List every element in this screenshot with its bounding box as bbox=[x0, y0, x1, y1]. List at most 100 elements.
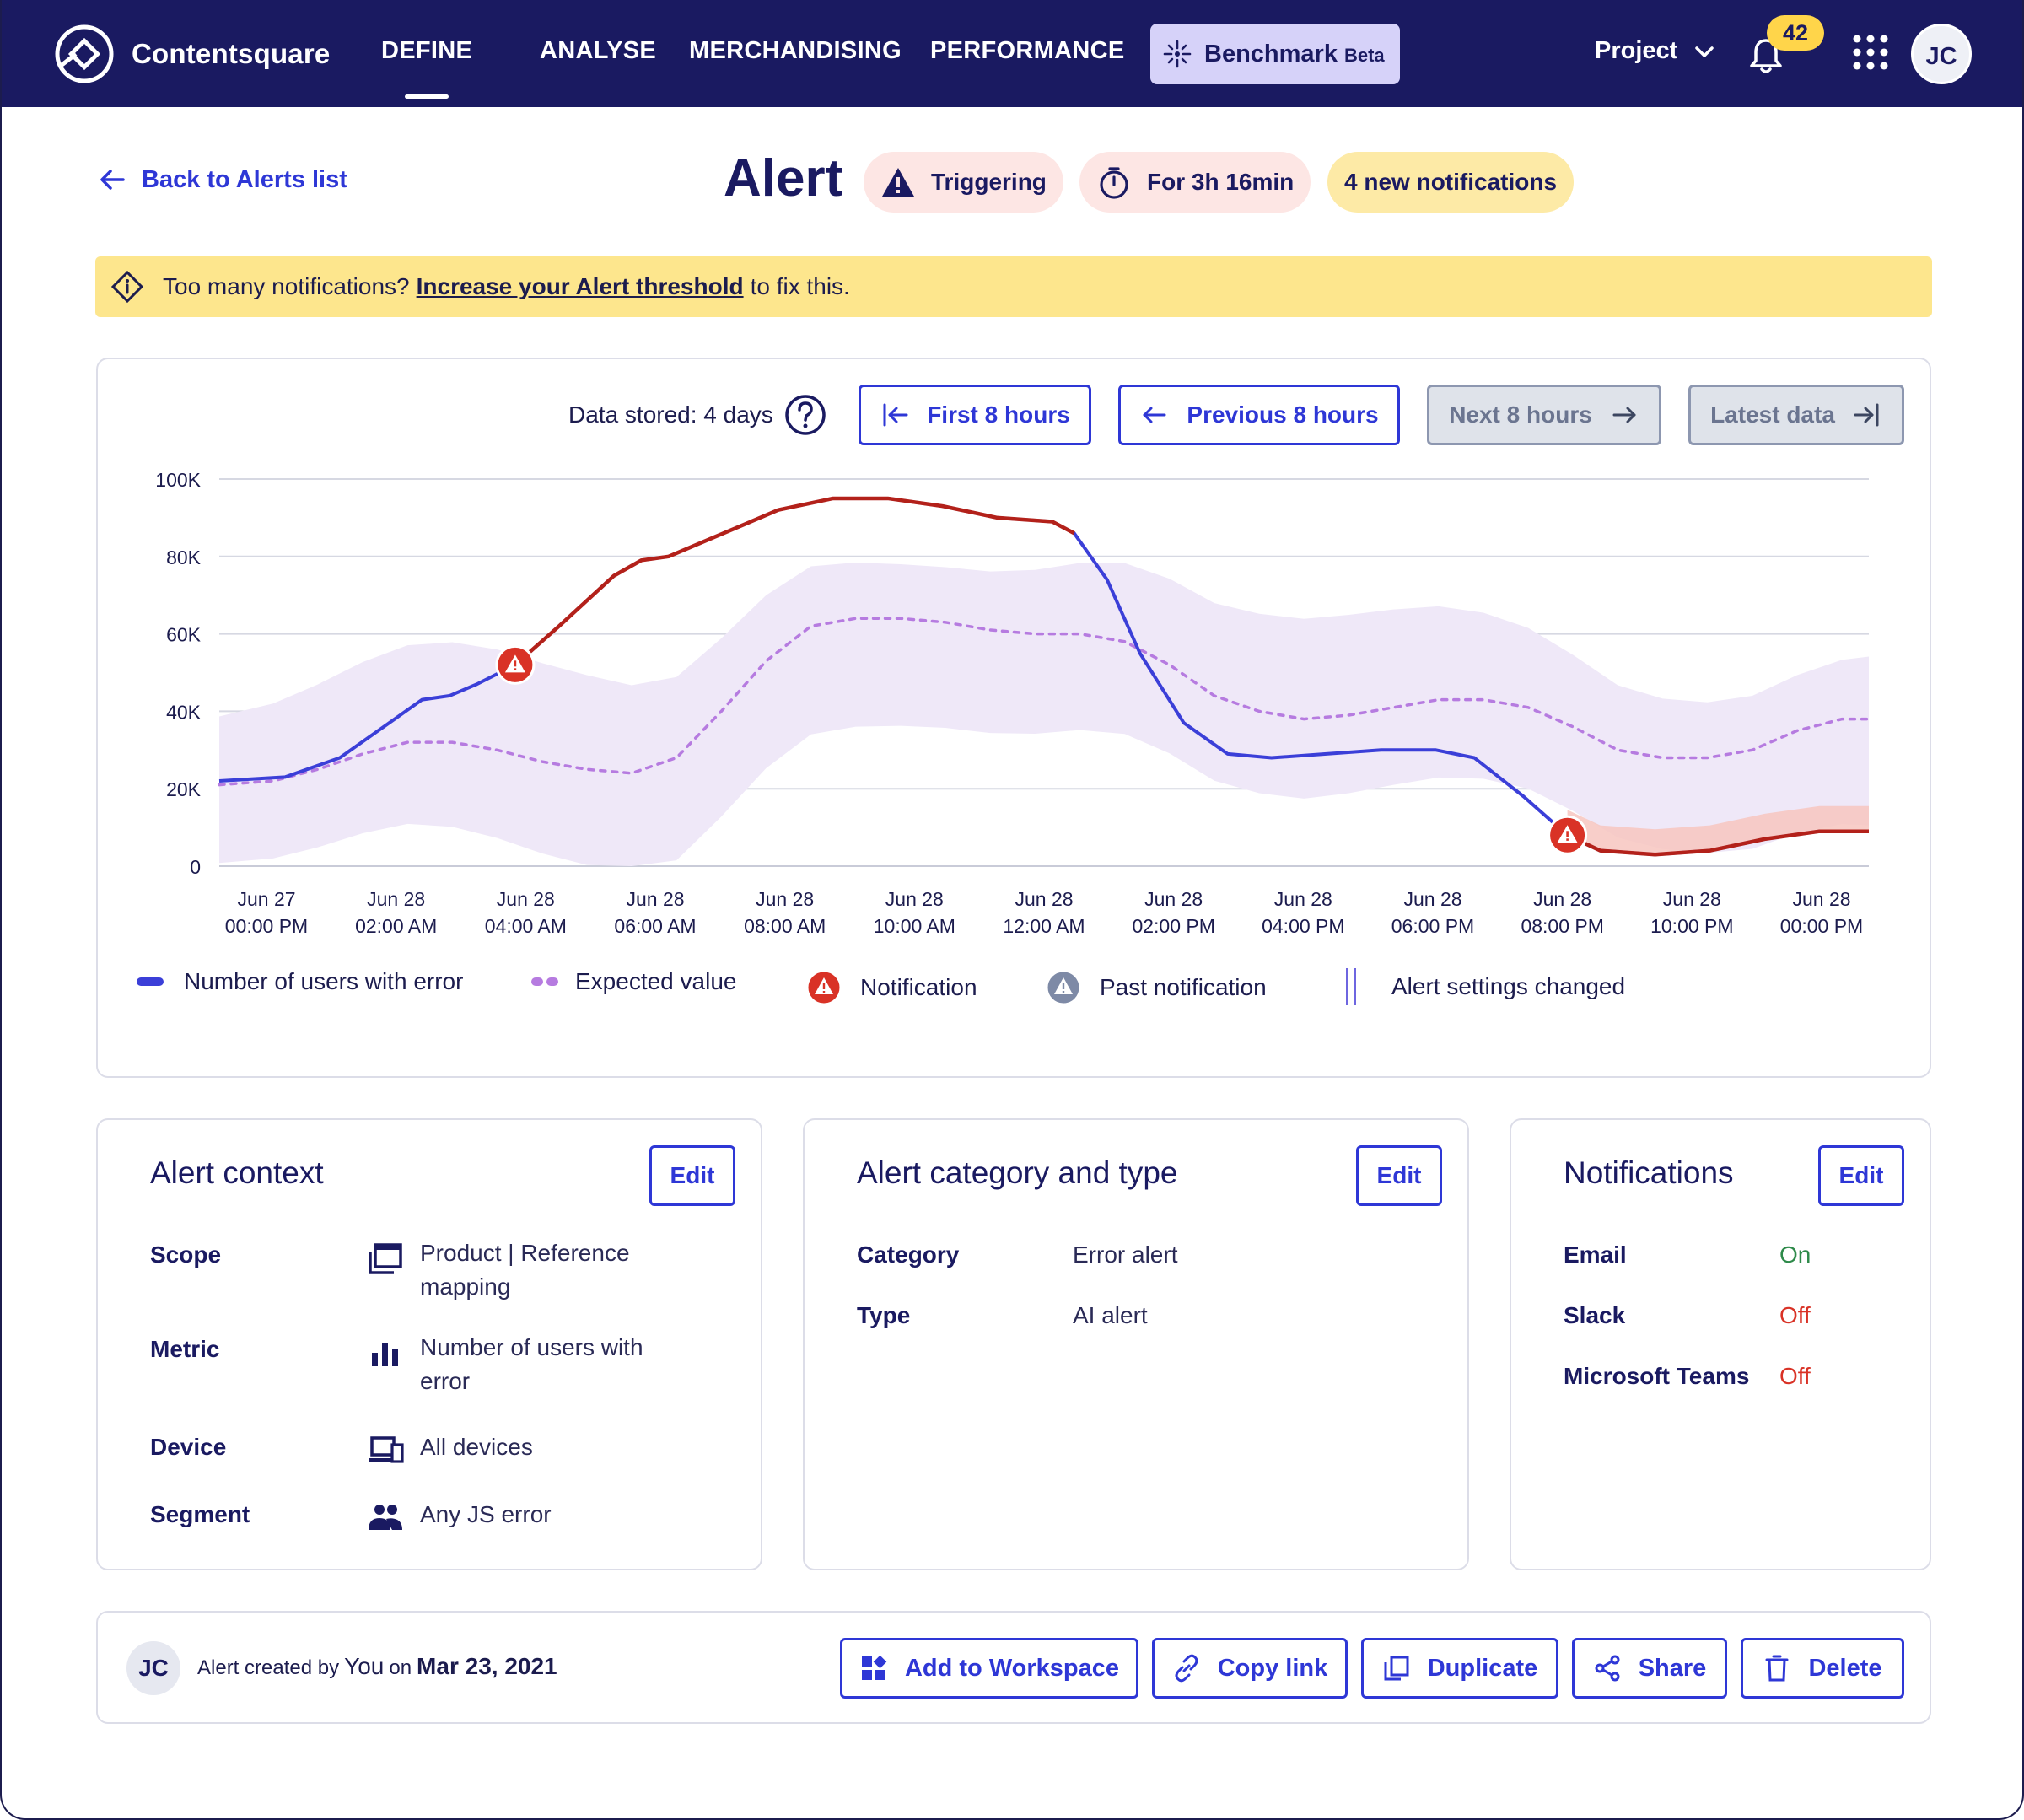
notification-marker[interactable] bbox=[1548, 815, 1588, 855]
y-tick-label: 60K bbox=[166, 624, 202, 646]
creator-avatar: JC bbox=[126, 1641, 180, 1695]
edit-notifications-button[interactable]: Edit bbox=[1818, 1145, 1904, 1206]
nav-merchandising[interactable]: MERCHANDISING bbox=[689, 37, 902, 65]
y-tick-label: 80K bbox=[166, 547, 202, 568]
legend-swatch-dotted bbox=[531, 977, 558, 986]
user-avatar[interactable]: JC bbox=[1911, 24, 1972, 84]
x-tick-label: 00:00 PM bbox=[225, 915, 308, 937]
x-tick-label: Jun 28 bbox=[626, 888, 684, 910]
x-tick-label: 12:00 AM bbox=[1003, 915, 1085, 937]
slack-status: Off bbox=[1779, 1302, 1811, 1328]
duplicate-button[interactable]: Duplicate bbox=[1361, 1638, 1558, 1699]
scope-value: Product | Reference mapping bbox=[420, 1240, 630, 1300]
info-diamond-icon bbox=[110, 270, 144, 304]
edit-category-button[interactable]: Edit bbox=[1356, 1145, 1442, 1206]
top-nav: Contentsquare DEFINE ANALYSE MERCHANDISI… bbox=[2, 0, 2022, 107]
notification-count-badge: 42 bbox=[1767, 15, 1824, 51]
arrow-left-icon bbox=[100, 170, 125, 190]
x-tick-label: 08:00 AM bbox=[744, 915, 826, 937]
legend-label: Past notification bbox=[1100, 974, 1267, 1000]
slack-label: Slack bbox=[1564, 1302, 1626, 1328]
contentsquare-logo-icon bbox=[55, 24, 114, 83]
duration-badge: For 3h 16min bbox=[1079, 152, 1311, 213]
x-tick-label: Jun 28 bbox=[1403, 888, 1461, 910]
users-icon bbox=[369, 1505, 402, 1530]
beta-badge: Beta bbox=[1343, 45, 1385, 66]
device-value: All devices bbox=[420, 1434, 533, 1460]
alert-category-title: Alert category and type bbox=[857, 1155, 1178, 1190]
warning-icon bbox=[882, 168, 914, 197]
add-to-workspace-label: Add to Workspace bbox=[904, 1654, 1120, 1682]
created-date: Mar 23, 2021 bbox=[417, 1653, 557, 1679]
legend-label: Number of users with error bbox=[184, 968, 464, 994]
x-tick-label: Jun 27 bbox=[237, 888, 295, 910]
delete-button[interactable]: Delete bbox=[1741, 1638, 1904, 1699]
x-tick-label: Jun 28 bbox=[1663, 888, 1721, 910]
share-label: Share bbox=[1638, 1654, 1707, 1682]
y-tick-label: 100K bbox=[155, 469, 201, 491]
legend-label: Expected value bbox=[575, 968, 737, 994]
page-title: Alert bbox=[724, 149, 843, 207]
sparkle-icon bbox=[1163, 40, 1192, 68]
share-icon bbox=[1595, 1655, 1620, 1682]
chevron-down-icon bbox=[1695, 46, 1714, 57]
nav-define[interactable]: DEFINE bbox=[381, 37, 472, 99]
trash-icon bbox=[1765, 1655, 1789, 1682]
legend-past-notification: Past notification bbox=[1044, 968, 1267, 1007]
legend-expected-value: Expected value bbox=[531, 968, 736, 995]
created-by: You bbox=[344, 1653, 385, 1679]
notification-marker[interactable] bbox=[495, 644, 536, 685]
nav-analyse[interactable]: ANALYSE bbox=[540, 37, 656, 65]
alert-context-title: Alert context bbox=[150, 1155, 324, 1190]
increase-threshold-link[interactable]: Increase your Alert threshold bbox=[417, 273, 744, 300]
type-label: Type bbox=[857, 1302, 911, 1328]
x-tick-label: 10:00 PM bbox=[1650, 915, 1733, 937]
delete-label: Delete bbox=[1808, 1654, 1882, 1682]
x-tick-label: Jun 28 bbox=[367, 888, 425, 910]
link-icon bbox=[1175, 1654, 1198, 1683]
status-label: Triggering bbox=[931, 169, 1047, 195]
y-tick-label: 40K bbox=[166, 701, 202, 723]
alert-chart: 100K 80K 60K 40K 20K 0 Jun 27 00:00 PM Jun 28 02… bbox=[155, 469, 1871, 937]
x-tick-label: 02:00 AM bbox=[355, 915, 437, 937]
project-dropdown[interactable]: Project bbox=[1595, 37, 1718, 65]
teams-status: Off bbox=[1779, 1363, 1811, 1389]
edit-context-button[interactable]: Edit bbox=[649, 1145, 735, 1206]
share-button[interactable]: Share bbox=[1572, 1638, 1727, 1699]
segment-label: Segment bbox=[150, 1501, 250, 1527]
banner-suffix: to fix this. bbox=[750, 273, 850, 299]
x-tick-label: Jun 28 bbox=[756, 888, 814, 910]
x-tick-label: 06:00 AM bbox=[614, 915, 696, 937]
x-tick-label: Jun 28 bbox=[1144, 888, 1203, 910]
category-label: Category bbox=[857, 1241, 960, 1268]
y-tick-label: 20K bbox=[166, 778, 202, 800]
email-status: On bbox=[1779, 1241, 1811, 1268]
apps-grid-icon[interactable] bbox=[1852, 34, 1889, 71]
notification-marker-icon bbox=[805, 969, 842, 1006]
x-tick-label: Jun 28 bbox=[1015, 888, 1073, 910]
x-tick-label: Jun 28 bbox=[1533, 888, 1591, 910]
metric-label: Metric bbox=[150, 1336, 220, 1362]
workspace-icon bbox=[861, 1655, 887, 1680]
x-tick-label: 04:00 PM bbox=[1262, 915, 1344, 937]
new-notifications-label: 4 new notifications bbox=[1344, 169, 1558, 195]
x-tick-label: 06:00 PM bbox=[1392, 915, 1474, 937]
email-label: Email bbox=[1564, 1241, 1627, 1268]
legend-settings-changed: Alert settings changed bbox=[1346, 968, 1625, 1005]
threshold-banner: Too many notifications? Increase your Al… bbox=[95, 256, 1932, 317]
nav-performance[interactable]: PERFORMANCE bbox=[930, 37, 1124, 65]
bar-chart-icon bbox=[372, 1343, 398, 1366]
notifications-title: Notifications bbox=[1564, 1155, 1734, 1190]
duration-label: For 3h 16min bbox=[1147, 169, 1295, 195]
x-tick-label: 08:00 PM bbox=[1521, 915, 1603, 937]
pages-icon bbox=[369, 1243, 402, 1274]
copy-link-button[interactable]: Copy link bbox=[1152, 1638, 1348, 1699]
benchmark-button[interactable]: Benchmark Beta bbox=[1150, 24, 1400, 84]
add-to-workspace-button[interactable]: Add to Workspace bbox=[840, 1638, 1138, 1699]
back-to-alerts-link[interactable]: Back to Alerts list bbox=[98, 165, 347, 194]
brand-logo[interactable]: Contentsquare bbox=[54, 24, 330, 84]
x-tick-label: 04:00 AM bbox=[485, 915, 567, 937]
x-tick-label: Jun 28 bbox=[497, 888, 555, 910]
x-tick-label: Jun 28 bbox=[1792, 888, 1850, 910]
x-tick-label: 00:00 PM bbox=[1780, 915, 1863, 937]
